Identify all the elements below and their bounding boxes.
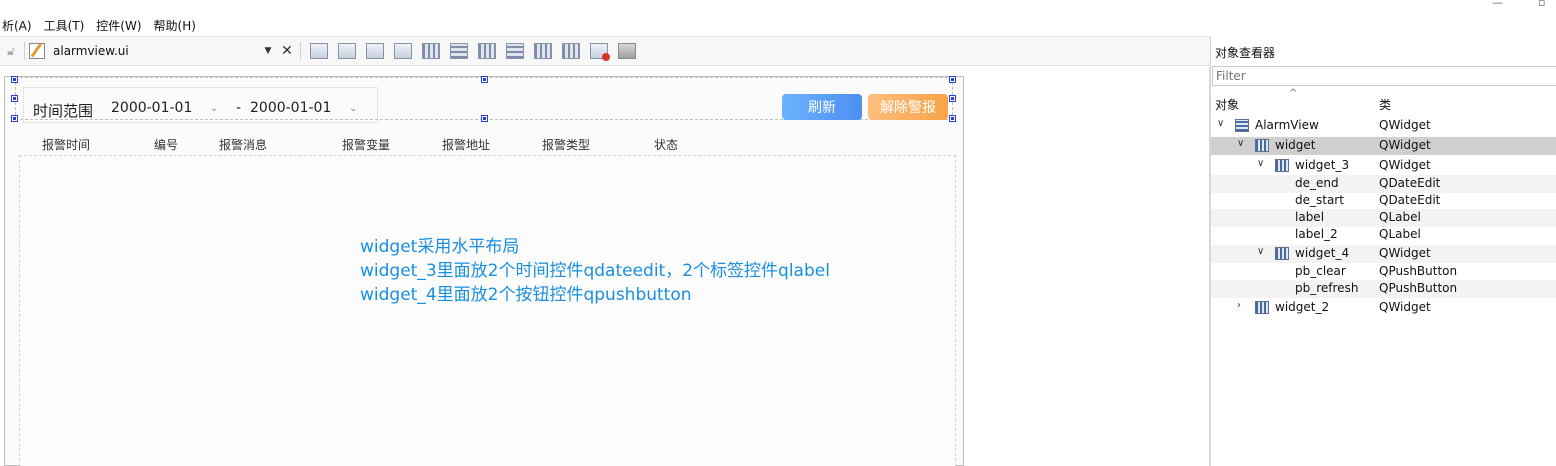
tree-row-widget-4[interactable]: ∨ widget_4 QWidget <box>1211 245 1556 263</box>
tree-row-widget-2[interactable]: › widget_2 QWidget <box>1211 299 1556 317</box>
tree-row-alarmview[interactable]: ∨ AlarmView QWidget <box>1211 117 1556 135</box>
edit-widgets-icon[interactable] <box>310 43 328 59</box>
column-header-class[interactable]: 类 <box>1379 96 1391 113</box>
annotation-note: widget_4里面放2个按钮控件qpushbutton <box>360 285 692 305</box>
tree-row-widget-3[interactable]: ∨ widget_3 QWidget <box>1211 157 1556 175</box>
layout-vertical-icon[interactable] <box>450 43 468 59</box>
chevron-down-icon[interactable]: ∨ <box>1217 118 1224 129</box>
file-combo[interactable]: alarmview.ui ▼ <box>29 40 274 62</box>
selection-handle[interactable] <box>481 115 488 122</box>
lock-icon[interactable]: 🔓︎ <box>2 44 20 59</box>
selection-handle[interactable] <box>11 95 18 102</box>
tree-row-label-2[interactable]: label_2 QLabel <box>1211 226 1556 244</box>
tree-row-widget[interactable]: ∨ widget QWidget <box>1211 137 1556 155</box>
break-layout-icon[interactable] <box>590 43 610 61</box>
chevron-right-icon[interactable]: › <box>1237 300 1241 311</box>
minimize-icon[interactable]: — <box>1492 0 1503 9</box>
layout-horizontal-splitter-icon[interactable] <box>478 43 496 59</box>
menu-item-help[interactable]: 帮助(H) <box>148 17 202 34</box>
alarm-table[interactable] <box>19 155 956 466</box>
clear-alarm-button[interactable]: 解除警报 <box>868 94 948 120</box>
end-date-edit[interactable]: 2000-01-01 <box>250 100 331 116</box>
edit-signals-icon[interactable] <box>338 43 356 59</box>
layout-grid-icon[interactable] <box>562 43 580 59</box>
chevron-down-icon[interactable]: ∨ <box>1257 158 1264 169</box>
selection-handle[interactable] <box>481 76 488 83</box>
layout-vertical-splitter-icon[interactable] <box>506 43 524 59</box>
chevron-down-icon[interactable]: ⌄ <box>349 103 357 114</box>
selection-handle[interactable] <box>949 115 956 122</box>
chevron-down-icon[interactable]: ∨ <box>1257 246 1264 257</box>
toolbar-separator <box>300 42 301 60</box>
menubar: 析(A) 工具(T) 控件(W) 帮助(H) <box>0 14 1556 36</box>
column-header-alarm-time[interactable]: 报警时间 <box>42 136 90 153</box>
sort-caret-icon: ^ <box>1289 88 1298 99</box>
tree-row-label[interactable]: label QLabel <box>1211 209 1556 227</box>
edit-buddies-icon[interactable] <box>366 43 384 59</box>
filter-input[interactable] <box>1212 66 1556 86</box>
horizontal-layout-icon <box>1275 247 1289 260</box>
selection-handle[interactable] <box>11 115 18 122</box>
horizontal-layout-icon <box>1275 159 1289 172</box>
selection-handle[interactable] <box>11 76 18 83</box>
form-canvas: 时间范围 2000-01-01 ⌄ - 2000-01-01 ⌄ 刷新 解除警报… <box>0 67 1210 466</box>
tree-row-de-start[interactable]: de_start QDateEdit <box>1211 192 1556 210</box>
toolbar: 🔓︎ alarmview.ui ▼ ✕ <box>0 36 1210 66</box>
column-header-type[interactable]: 报警类型 <box>542 136 590 153</box>
selection-handle[interactable] <box>949 76 956 83</box>
horizontal-layout-icon <box>1255 139 1269 152</box>
menu-item-widgets[interactable]: 控件(W) <box>90 17 147 34</box>
file-name: alarmview.ui <box>53 44 129 58</box>
object-inspector: 对象查看器 ^ 对象 类 ∨ AlarmView QWidget ∨ widge… <box>1210 36 1556 466</box>
edit-tab-order-icon[interactable] <box>394 43 412 59</box>
tree-row-de-end[interactable]: de_end QDateEdit <box>1211 175 1556 193</box>
inspector-header: ^ 对象 类 <box>1211 88 1556 116</box>
chevron-down-icon[interactable]: ∨ <box>1237 138 1244 149</box>
column-header-id[interactable]: 编号 <box>154 136 178 153</box>
annotation-note: widget采用水平布局 <box>360 237 520 257</box>
selection-handle[interactable] <box>949 95 956 102</box>
form-icon <box>1235 119 1249 132</box>
start-date-edit[interactable]: 2000-01-01 <box>111 100 192 116</box>
toolbar-separator <box>24 42 25 60</box>
column-header-status[interactable]: 状态 <box>654 136 678 153</box>
horizontal-layout-icon <box>1255 301 1269 314</box>
menu-item-analyze[interactable]: 析(A) <box>0 17 38 34</box>
adjust-size-icon[interactable] <box>618 43 636 59</box>
alarm-view-form[interactable]: 时间范围 2000-01-01 ⌄ - 2000-01-01 ⌄ 刷新 解除警报… <box>4 76 964 466</box>
ui-file-icon <box>29 43 45 59</box>
inspector-title: 对象查看器 <box>1215 46 1276 60</box>
chevron-down-icon[interactable]: ⌄ <box>210 103 218 114</box>
close-icon[interactable]: ✕ <box>278 43 296 59</box>
refresh-button[interactable]: 刷新 <box>782 94 862 120</box>
column-header-address[interactable]: 报警地址 <box>442 136 490 153</box>
chevron-down-icon[interactable]: ▼ <box>262 46 274 56</box>
annotation-note: widget_3里面放2个时间控件qdateedit，2个标签控件qlabel <box>360 261 830 281</box>
layout-horizontal-icon[interactable] <box>422 43 440 59</box>
tree-row-pb-refresh[interactable]: pb_refresh QPushButton <box>1211 280 1556 298</box>
restore-icon[interactable]: ▫ <box>1538 0 1545 9</box>
column-header-message[interactable]: 报警消息 <box>219 136 267 153</box>
column-header-variable[interactable]: 报警变量 <box>342 136 390 153</box>
column-header-object[interactable]: 对象 <box>1215 96 1239 113</box>
date-separator: - <box>236 100 242 116</box>
layout-form-icon[interactable] <box>534 43 552 59</box>
menu-item-tools[interactable]: 工具(T) <box>38 17 91 34</box>
time-range-label: 时间范围 <box>33 102 94 120</box>
tree-row-pb-clear[interactable]: pb_clear QPushButton <box>1211 263 1556 281</box>
